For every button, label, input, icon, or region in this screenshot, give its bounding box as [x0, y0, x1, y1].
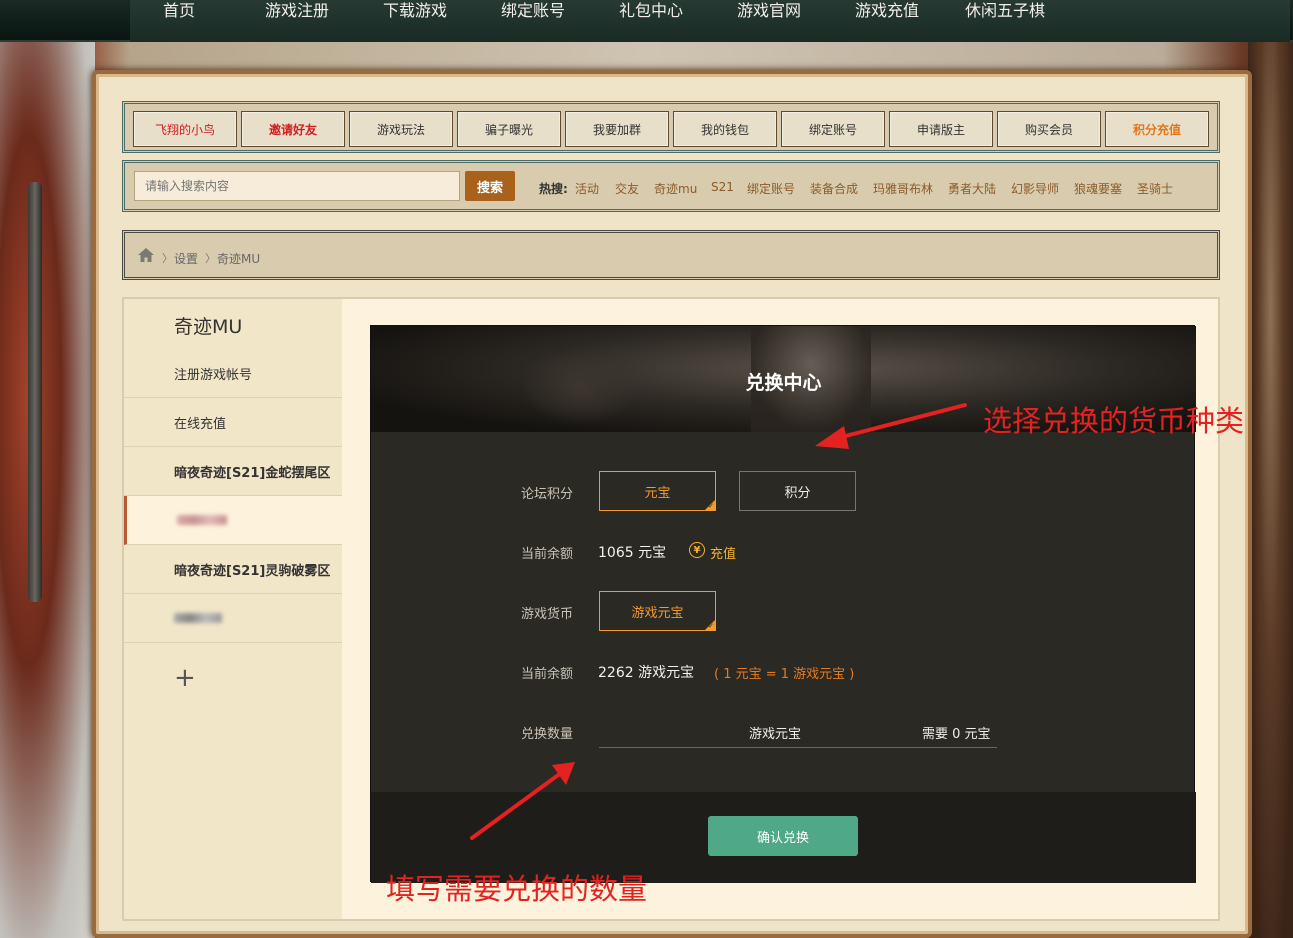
link-invite-friends[interactable]: 邀请好友	[241, 111, 345, 147]
exchange-rate: ( 1 元宝 = 1 游戏元宝 )	[714, 667, 855, 682]
hot-search-item[interactable]: 狼魂要塞	[1074, 180, 1122, 197]
sidebar-item-blurred[interactable]	[124, 594, 342, 643]
annotation-currency-hint: 选择兑换的货币种类	[983, 404, 1245, 438]
nav-gift-center[interactable]: 礼包中心	[619, 0, 683, 21]
quantity-input[interactable]	[599, 747, 997, 748]
balance-label: 当前余额	[521, 547, 574, 562]
top-navigation: 首页 游戏注册 下载游戏 绑定账号 礼包中心 游戏官网 游戏充值 休闲五子棋	[0, 0, 1293, 42]
sidebar-title: 奇迹MU	[174, 316, 243, 338]
required-amount: 需要 0 元宝	[922, 727, 991, 742]
option-label: 元宝	[644, 485, 671, 501]
nav-official-site[interactable]: 游戏官网	[737, 0, 801, 21]
quantity-unit: 游戏元宝	[749, 727, 802, 742]
blurred-text	[174, 613, 222, 623]
search-input[interactable]	[134, 171, 460, 201]
sidebar-item-label: 暗夜奇迹[S21]灵驹破雾区	[174, 563, 331, 579]
hot-search-item[interactable]: S21	[711, 180, 734, 194]
link-my-wallet[interactable]: 我的钱包	[673, 111, 777, 147]
nav-home[interactable]: 首页	[163, 0, 195, 21]
sidebar-item-label: 在线充值	[174, 416, 227, 432]
sidebar-item-server-spirit-horse[interactable]: 暗夜奇迹[S21]灵驹破雾区	[124, 545, 342, 594]
nav-game-register[interactable]: 游戏注册	[265, 0, 329, 21]
hot-search-item[interactable]: 玛雅哥布林	[873, 180, 933, 197]
link-bind-account[interactable]: 绑定账号	[781, 111, 885, 147]
sidebar-item-blurred-active[interactable]	[124, 496, 342, 545]
option-game-yuanbao[interactable]: 游戏元宝 ✓	[599, 591, 716, 631]
yuan-coin-icon[interactable]: ¥	[689, 542, 705, 558]
hot-search-item[interactable]: 绑定账号	[747, 180, 795, 197]
link-join-group[interactable]: 我要加群	[565, 111, 669, 147]
sword-decoration	[28, 182, 42, 602]
recharge-link[interactable]: 充值	[710, 543, 736, 562]
home-icon[interactable]	[138, 248, 154, 262]
hot-search-item[interactable]: 圣骑士	[1137, 180, 1173, 197]
left-background-art	[0, 42, 95, 938]
link-buy-membership[interactable]: 购买会员	[997, 111, 1101, 147]
link-gameplay[interactable]: 游戏玩法	[349, 111, 453, 147]
annotation-quantity-hint: 填写需要兑换的数量	[386, 872, 648, 906]
hot-search-item[interactable]: 奇迹mu	[654, 180, 697, 197]
nav-game-recharge[interactable]: 游戏充值	[855, 0, 919, 21]
balance-value: 1065 元宝	[598, 545, 667, 561]
sidebar-item-online-recharge[interactable]: 在线充值	[124, 398, 342, 447]
link-flappy-bird[interactable]: 飞翔的小鸟	[133, 111, 237, 147]
option-label: 积分	[784, 485, 811, 501]
quick-link-bar: 飞翔的小鸟 邀请好友 游戏玩法 骗子曝光 我要加群 我的钱包 绑定账号 申请版主…	[122, 101, 1220, 153]
breadcrumb: 〉 设置 〉 奇迹MU	[122, 230, 1220, 280]
check-icon: ✓	[708, 502, 714, 510]
sidebar-item-label: 暗夜奇迹[S21]金蛇摆尾区	[174, 465, 331, 481]
link-points-recharge[interactable]: 积分充值	[1105, 111, 1209, 147]
option-points[interactable]: 积分	[739, 471, 856, 511]
sidebar-item-label: 注册游戏帐号	[174, 367, 253, 383]
hot-search-item[interactable]: 活动	[575, 180, 599, 197]
quantity-label: 兑换数量	[521, 727, 574, 742]
content-area: 奇迹MU 注册游戏帐号 在线充值 暗夜奇迹[S21]金蛇摆尾区 暗夜奇迹[S21…	[122, 297, 1220, 921]
breadcrumb-separator-icon: 〉	[162, 252, 173, 265]
option-yuanbao[interactable]: 元宝 ✓	[599, 471, 716, 511]
nav-gomoku[interactable]: 休闲五子棋	[965, 0, 1045, 21]
hot-search-label: 热搜:	[539, 182, 568, 196]
forum-points-label: 论坛积分	[521, 487, 574, 502]
breadcrumb-settings[interactable]: 设置	[174, 250, 198, 267]
hot-search-item[interactable]: 装备合成	[810, 180, 858, 197]
sidebar: 奇迹MU 注册游戏帐号 在线充值 暗夜奇迹[S21]金蛇摆尾区 暗夜奇迹[S21…	[124, 299, 342, 919]
nav-bind-account[interactable]: 绑定账号	[501, 0, 565, 21]
add-icon[interactable]: +	[174, 663, 196, 693]
game-balance-label: 当前余额	[521, 667, 574, 682]
check-icon: ✓	[708, 622, 714, 630]
breadcrumb-current: 奇迹MU	[217, 252, 261, 266]
sidebar-item-server-golden-snake[interactable]: 暗夜奇迹[S21]金蛇摆尾区	[124, 447, 342, 496]
confirm-exchange-button[interactable]: 确认兑换	[708, 816, 858, 856]
game-currency-label: 游戏货币	[521, 607, 574, 622]
link-scam-exposure[interactable]: 骗子曝光	[457, 111, 561, 147]
sidebar-item-register-account[interactable]: 注册游戏帐号	[124, 349, 342, 398]
hot-search-item[interactable]: 交友	[615, 180, 639, 197]
right-background-art	[1248, 42, 1293, 938]
hot-search-item[interactable]: 勇者大陆	[948, 180, 996, 197]
game-balance-value: 2262 游戏元宝	[598, 665, 695, 681]
nav-download-game[interactable]: 下载游戏	[383, 0, 447, 21]
link-apply-moderator[interactable]: 申请版主	[889, 111, 993, 147]
exchange-title: 兑换中心	[745, 372, 822, 394]
option-label: 游戏元宝	[631, 605, 684, 621]
blurred-text	[177, 515, 227, 525]
hot-search-item[interactable]: 幻影导师	[1011, 180, 1059, 197]
search-bar: 搜索 热搜: 活动 交友 奇迹mu S21 绑定账号 装备合成 玛雅哥布林 勇者…	[122, 160, 1220, 212]
breadcrumb-separator-icon: 〉	[205, 252, 216, 265]
search-button[interactable]: 搜索	[465, 171, 515, 201]
